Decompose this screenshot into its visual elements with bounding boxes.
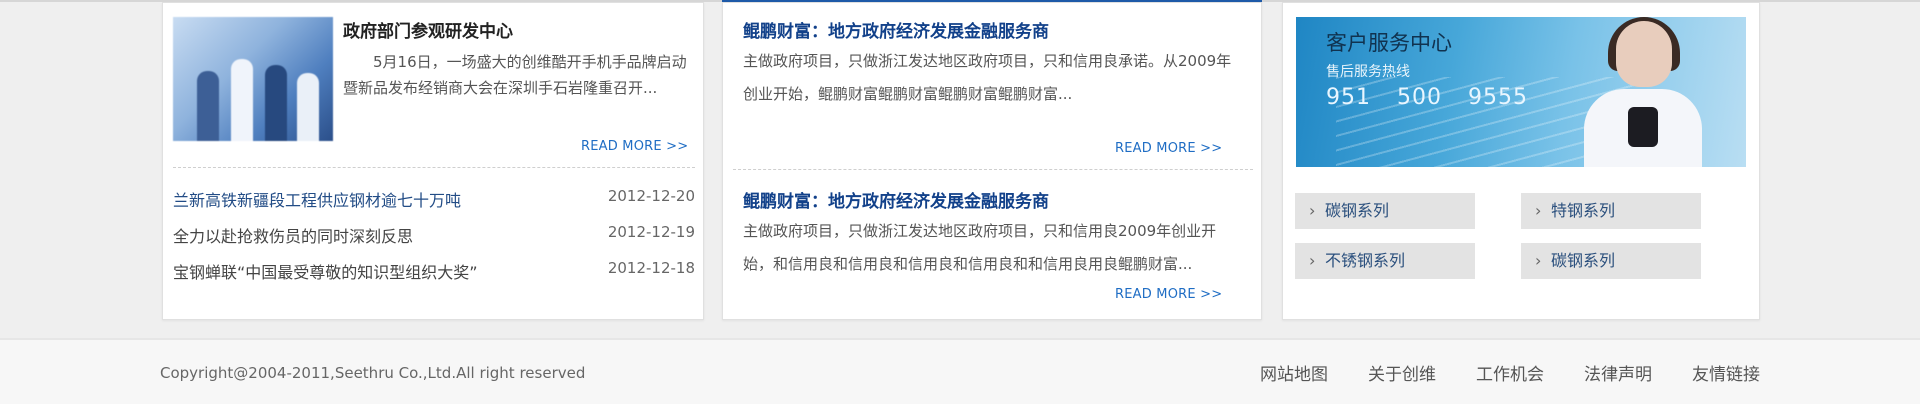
article-summary: 主做政府项目，只做浙江发达地区政府项目，只和信用良2009年创业开始，和信用良和… [743,222,1217,273]
articles-panel: 鲲鹏财富：地方政府经济发展金融服务商 主做政府项目，只做浙江发达地区政府项目，只… [722,2,1262,320]
footer-links: 网站地图 关于创维 工作机会 法律声明 友情链接 [1260,360,1760,385]
phone-part: 500 [1397,85,1442,110]
article-summary: 主做政府项目，只做浙江发达地区政府项目，只和信用良承诺。从2009年创业开始，鲲… [743,52,1232,103]
featured-news-image[interactable] [173,17,333,141]
series-button-label: 碳钢系列 [1325,201,1390,220]
chevron-right-icon: › [1309,201,1316,220]
article-title[interactable]: 鲲鹏财富：地方政府经济发展金融服务商 [743,17,1049,42]
divider [173,167,695,168]
phone-part: 9555 [1468,85,1528,110]
footer-link-friends[interactable]: 友情链接 [1692,360,1760,385]
series-button-special-steel[interactable]: › 特钢系列 [1521,193,1701,229]
chevron-right-icon: › [1309,251,1316,270]
series-button-carbon-steel[interactable]: › 碳钢系列 [1295,193,1475,229]
service-title: 客户服务中心 [1326,31,1452,55]
news-date: 2012-12-20 [607,187,695,205]
read-more-link[interactable]: READ MORE >> [1115,141,1222,156]
chevron-right-icon: › [1535,251,1542,270]
news-list-item[interactable]: 全力以赴抢救伤员的同时深刻反思 2012-12-19 [173,223,695,253]
chevron-right-icon: › [1535,201,1542,220]
news-panel: 政府部门参观研发中心 5月16日，一场盛大的创维酷开手机手品牌启动暨新品发布经销… [162,2,704,320]
news-title[interactable]: 兰新高铁新疆段工程供应钢材逾七十万吨 [173,187,461,211]
news-title[interactable]: 全力以赴抢救伤员的同时深刻反思 [173,223,413,247]
footer-link-sitemap[interactable]: 网站地图 [1260,360,1328,385]
read-more-link[interactable]: READ MORE >> [581,139,688,154]
news-list-item[interactable]: 兰新高铁新疆段工程供应钢材逾七十万吨 2012-12-20 [173,187,695,217]
read-more-link[interactable]: READ MORE >> [1115,287,1222,302]
series-button-label: 不锈钢系列 [1325,251,1406,270]
footer: Copyright@2004-2011,Seethru Co.,Ltd.All … [0,340,1920,404]
series-button-stainless-steel[interactable]: › 不锈钢系列 [1295,243,1475,279]
service-panel: 客户服务中心 售后服务热线 951 500 9555 › 碳钢系列 › 特钢系列… [1282,2,1760,320]
series-button-label: 碳钢系列 [1551,251,1616,270]
featured-news-description: 5月16日，一场盛大的创维酷开手机手品牌启动暨新品发布经销商大会在深圳手石岩隆重… [343,53,687,97]
footer-link-jobs[interactable]: 工作机会 [1476,360,1544,385]
article-title[interactable]: 鲲鹏财富：地方政府经济发展金融服务商 [743,187,1049,212]
featured-news-title[interactable]: 政府部门参观研发中心 [343,17,513,42]
divider [733,169,1253,170]
news-date: 2012-12-18 [607,259,695,277]
copyright-text: Copyright@2004-2011,Seethru Co.,Ltd.All … [160,364,586,382]
customer-service-banner[interactable]: 客户服务中心 售后服务热线 951 500 9555 [1296,17,1746,167]
news-list-item[interactable]: 宝钢蝉联“中国最受尊敬的知识型组织大奖” 2012-12-18 [173,259,695,289]
footer-link-about[interactable]: 关于创维 [1368,360,1436,385]
service-phone: 951 500 9555 [1326,85,1546,110]
news-date: 2012-12-19 [607,223,695,241]
service-subtitle: 售后服务热线 [1326,64,1410,80]
series-button-carbon-steel-2[interactable]: › 碳钢系列 [1521,243,1701,279]
service-agent-image [1578,17,1708,167]
news-title[interactable]: 宝钢蝉联“中国最受尊敬的知识型组织大奖” [173,259,478,283]
footer-link-legal[interactable]: 法律声明 [1584,360,1652,385]
series-button-label: 特钢系列 [1551,201,1616,220]
phone-part: 951 [1326,85,1371,110]
